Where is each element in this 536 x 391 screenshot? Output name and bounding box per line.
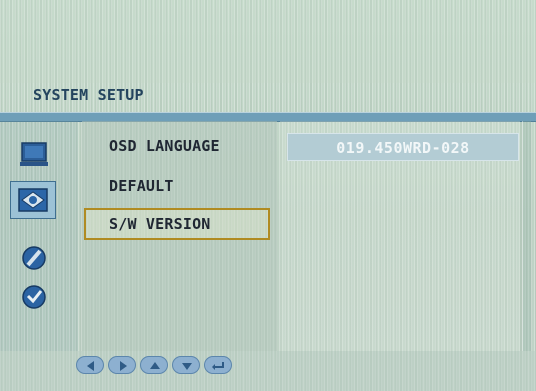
clock-icon[interactable] <box>16 280 52 314</box>
menu-item-label: DEFAULT <box>109 177 174 195</box>
down-arrow-icon <box>182 363 192 370</box>
menu-item-osd-language[interactable]: OSD LANGUAGE <box>82 130 277 162</box>
down-arrow-button[interactable] <box>172 356 200 374</box>
page-title: SYSTEM SETUP <box>33 86 144 104</box>
return-icon <box>212 362 224 370</box>
scrollbar[interactable] <box>522 121 531 351</box>
color-icon[interactable] <box>16 241 52 275</box>
up-arrow-icon <box>150 362 160 369</box>
left-arrow-button[interactable] <box>76 356 104 374</box>
right-arrow-button[interactable] <box>108 356 136 374</box>
monitor-icon[interactable] <box>16 138 52 172</box>
return-button[interactable] <box>204 356 232 374</box>
menu-item-label: OSD LANGUAGE <box>109 137 220 155</box>
right-arrow-icon <box>120 361 127 371</box>
menu-panel: OSD LANGUAGE DEFAULT S/W VERSION <box>82 121 277 351</box>
version-value-field: 019.450WRD-028 <box>287 133 519 161</box>
header-band <box>0 0 536 83</box>
menu-item-label: S/W VERSION <box>109 215 211 233</box>
up-arrow-button[interactable] <box>140 356 168 374</box>
left-arrow-icon <box>87 361 94 371</box>
menu-item-default[interactable]: DEFAULT <box>82 170 277 202</box>
menu-item-sw-version[interactable]: S/W VERSION <box>82 208 277 240</box>
picture-icon[interactable] <box>10 181 56 219</box>
